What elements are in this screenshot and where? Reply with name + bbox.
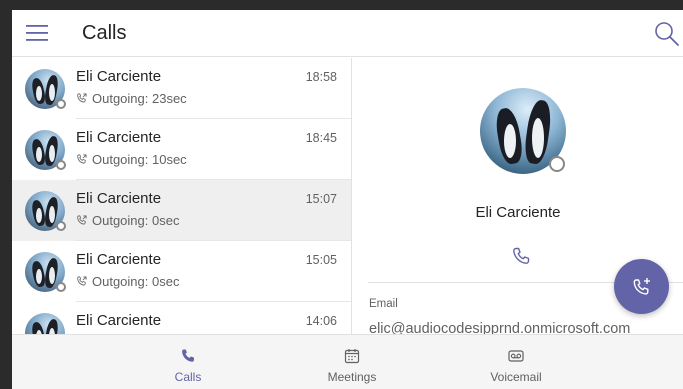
call-detail-text: Outgoing: 0sec [92,274,180,289]
presence-offline-icon [56,99,66,109]
avatar [25,313,65,334]
calendar-icon [344,349,360,364]
hamburger-menu-icon[interactable] [26,23,48,43]
presence-offline-icon [56,160,66,170]
call-time: 14:06 [305,314,337,328]
call-detail: Outgoing: 10sec [76,152,187,167]
outgoing-call-icon [77,276,87,286]
presence-offline-icon [56,221,66,231]
search-icon[interactable] [653,20,681,48]
call-detail: Outgoing: 23sec [76,91,187,106]
call-time: 18:45 [305,131,337,145]
caller-name: Eli Carciente [76,129,162,146]
add-call-icon [633,277,650,295]
presence-offline-icon [56,282,66,292]
call-contact-phone-icon[interactable] [511,246,531,266]
call-history-item[interactable]: Eli Carciente 18:45 Outgoing: 10sec [12,119,351,180]
new-call-button[interactable] [614,259,669,314]
call-time: 15:07 [305,192,337,206]
call-detail: Outgoing: 0sec [76,274,179,289]
avatar [25,252,66,292]
outgoing-call-icon [77,93,87,103]
caller-name: Eli Carciente [76,251,162,268]
calls-screen: Calls Eli Carciente 18:58 Outgoing: 23sec E… [12,10,683,389]
outgoing-call-icon [77,154,87,164]
avatar [25,191,66,231]
bottom-navigation: Calls Meetings Voicemail [12,334,683,389]
call-history-item[interactable]: Eli Carciente 18:58 Outgoing: 23sec [12,58,351,119]
nav-tab-calls[interactable]: Calls [138,335,238,389]
nav-tab-voicemail[interactable]: Voicemail [466,335,566,389]
nav-label-voicemail: Voicemail [490,370,542,384]
caller-name: Eli Carciente [76,68,162,85]
contact-avatar [480,88,566,174]
call-detail-text: Outgoing: 23sec [92,91,187,106]
nav-label-calls: Calls [174,370,202,384]
email-label: Email [369,298,398,310]
nav-tab-meetings[interactable]: Meetings [302,335,402,389]
call-detail-text: Outgoing: 0sec [92,213,180,228]
presence-offline-icon [549,156,565,172]
call-history-item[interactable]: Eli Carciente 15:05 Outgoing: 0sec [12,241,351,302]
avatar [25,69,66,109]
caller-name: Eli Carciente [76,190,162,207]
outgoing-call-icon [77,215,87,225]
call-detail: Outgoing: 0sec [76,213,179,228]
caller-name: Eli Carciente [76,312,162,329]
app-header: Calls [12,10,683,57]
call-history-item[interactable]: Eli Carciente 15:07 Outgoing: 0sec [12,180,351,241]
call-detail-text: Outgoing: 10sec [92,152,187,167]
contact-name: Eli Carciente [475,204,561,221]
nav-label-meetings: Meetings [327,370,377,384]
phone-icon [182,349,194,362]
call-time: 15:05 [305,253,337,267]
call-history-item[interactable]: Eli Carciente 14:06 [12,302,351,334]
voicemail-icon [508,350,524,362]
avatar [25,130,66,170]
call-history-list: Eli Carciente 18:58 Outgoing: 23sec Eli Car… [12,58,352,334]
call-time: 18:58 [305,70,337,84]
page-title: Calls [82,22,127,44]
